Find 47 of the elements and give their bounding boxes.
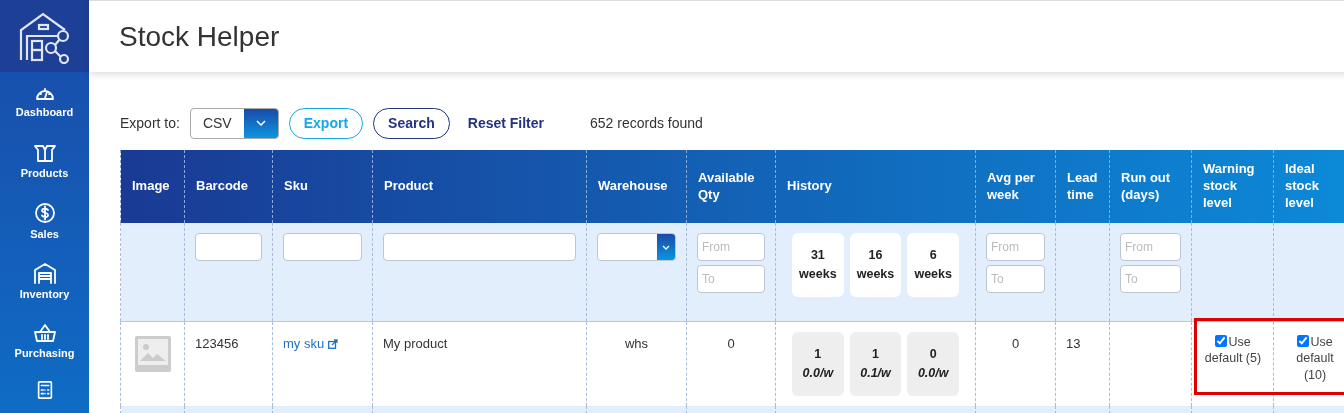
export-label: Export to: <box>120 113 180 133</box>
external-link-icon <box>327 339 338 350</box>
table-cell: 0 <box>1011 335 1020 351</box>
from-field[interactable]: From <box>986 233 1045 261</box>
period-toggle[interactable]: 31 weeks <box>792 233 844 297</box>
sku-link[interactable]: my sku <box>283 335 338 351</box>
from-field[interactable]: From <box>1120 233 1181 261</box>
page-title: Stock Helper <box>119 19 280 54</box>
table-cell: 123456 <box>195 335 239 351</box>
filter-field[interactable] <box>283 233 362 261</box>
box-icon <box>32 142 57 163</box>
sidebar-item[interactable]: Purchasing <box>0 312 89 372</box>
chevron-down-icon <box>255 120 266 126</box>
records-count: 652 records found <box>590 113 703 133</box>
dollar-icon <box>33 201 56 224</box>
reset-filter-link[interactable]: Reset Filter <box>467 112 544 134</box>
filter-select[interactable] <box>597 233 676 261</box>
image-placeholder-icon <box>134 335 171 372</box>
table-cell: 13 <box>1066 335 1081 351</box>
checkbox-label[interactable]: Use default (5) <box>1202 333 1264 368</box>
to-field[interactable]: To <box>1120 265 1181 293</box>
garage-icon <box>32 261 57 284</box>
to-field[interactable]: To <box>697 265 765 293</box>
period-toggle[interactable]: 16 weeks <box>849 233 902 297</box>
sidebar-item[interactable]: Dashboard <box>0 72 89 132</box>
sidebar-item[interactable]: Sales <box>0 192 89 252</box>
table-cell: 0 <box>727 335 735 351</box>
chevron-down-icon <box>662 244 670 250</box>
table-cell: My product <box>383 335 448 351</box>
history-cell: 0 0.0/w <box>907 331 959 396</box>
search-button[interactable]: Search <box>373 107 450 139</box>
filter-field[interactable] <box>195 233 262 261</box>
calculator-icon[interactable] <box>35 380 54 400</box>
sidebar-item[interactable]: Products <box>0 132 89 192</box>
checkbox-label[interactable]: Use default (10) <box>1284 333 1344 385</box>
to-field[interactable]: To <box>986 265 1045 293</box>
sidebar-item[interactable]: Inventory <box>0 252 89 312</box>
from-field[interactable]: From <box>697 233 765 261</box>
format-select[interactable]: CSV <box>189 107 279 139</box>
period-toggle[interactable]: 6 weeks <box>907 233 959 297</box>
checkbox[interactable] <box>1297 334 1310 347</box>
table-cell: whs <box>624 335 649 351</box>
checkbox[interactable] <box>1215 334 1228 347</box>
history-cell: 1 0.1/w <box>849 331 902 396</box>
basket-icon <box>32 322 57 343</box>
filter-field[interactable] <box>383 233 576 261</box>
history-cell: 1 0.0/w <box>792 331 844 396</box>
